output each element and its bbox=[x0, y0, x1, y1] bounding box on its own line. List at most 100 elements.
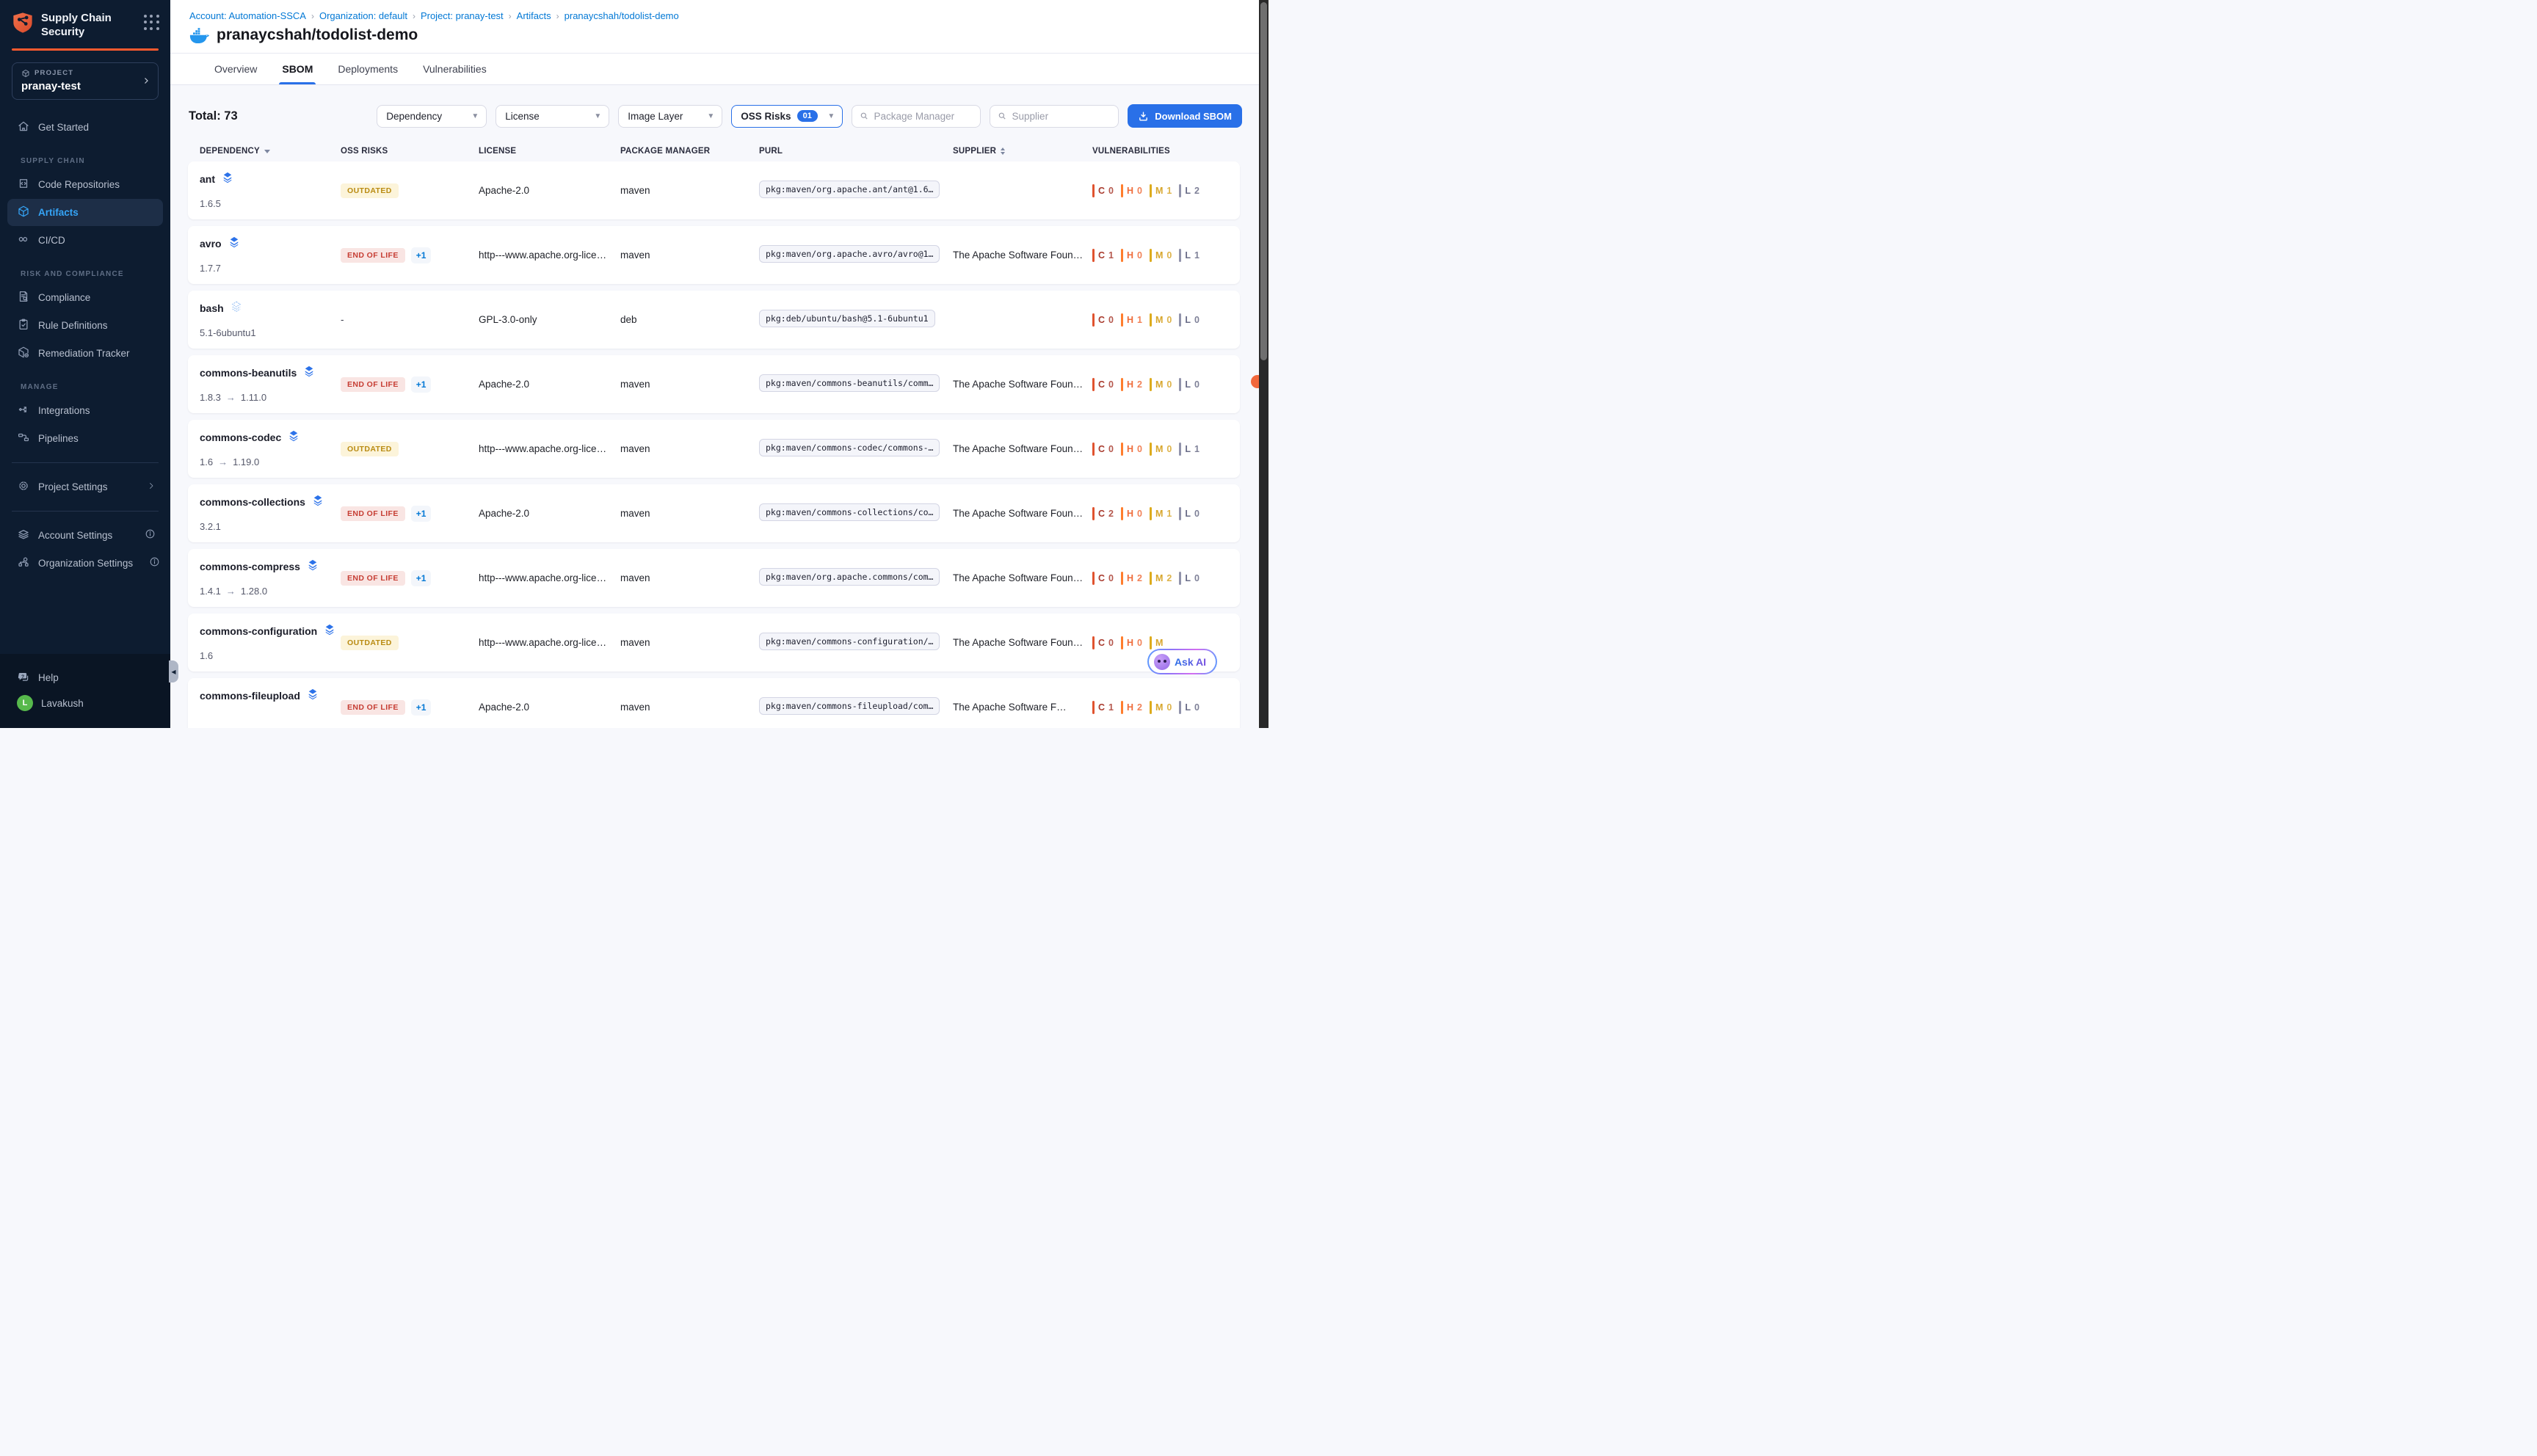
sidebar-item-integrations[interactable]: Integrations bbox=[7, 397, 163, 424]
image-layers-icon[interactable] bbox=[306, 558, 319, 574]
oss-risks-cell: OUTDATED bbox=[341, 636, 479, 650]
oss-risks-cell: OUTDATED bbox=[341, 442, 479, 456]
purl-value[interactable]: pkg:maven/org.apache.avro/avro@1… bbox=[759, 245, 940, 263]
oss-risks-cell: OUTDATED bbox=[341, 183, 479, 198]
sidebar-item-code-repositories[interactable]: Code Repositories bbox=[7, 171, 163, 198]
more-risks-chip[interactable]: +1 bbox=[411, 247, 432, 263]
column-header: DEPENDENCY bbox=[200, 147, 341, 156]
more-risks-chip[interactable]: +1 bbox=[411, 699, 432, 716]
table-row[interactable]: commons-compress 1.4.1 → 1.28.0 END OF L… bbox=[188, 549, 1240, 607]
sidebar-item-pipelines[interactable]: Pipelines bbox=[7, 425, 163, 452]
image-layer-filter-dropdown[interactable]: Image Layer▼ bbox=[618, 105, 722, 128]
table-row[interactable]: commons-configuration 1.6 OUTDATED http-… bbox=[188, 614, 1240, 671]
window-scrollbar[interactable] bbox=[1259, 0, 1268, 728]
image-layers-icon[interactable] bbox=[323, 623, 336, 638]
breadcrumb-link[interactable]: Project: pranay-test bbox=[421, 10, 504, 21]
image-layers-icon[interactable] bbox=[302, 365, 316, 380]
severity-bar bbox=[1092, 701, 1095, 714]
more-risks-chip[interactable]: +1 bbox=[411, 570, 432, 586]
breadcrumb-link[interactable]: Artifacts bbox=[517, 10, 551, 21]
severity-bar bbox=[1092, 636, 1095, 649]
sidebar-section-label: RISK AND COMPLIANCE bbox=[21, 270, 170, 278]
sort-toggle-icon[interactable] bbox=[1001, 148, 1005, 155]
supplier-cell: The Apache Software Foun… bbox=[953, 379, 1092, 390]
vuln-count-l: L2 bbox=[1179, 184, 1199, 197]
download-sbom-button[interactable]: Download SBOM bbox=[1128, 104, 1242, 128]
tab-overview[interactable]: Overview bbox=[214, 54, 257, 84]
breadcrumb-link[interactable]: Account: Automation-SSCA bbox=[189, 10, 306, 21]
license-filter-dropdown[interactable]: License▼ bbox=[496, 105, 609, 128]
vuln-count-c: C1 bbox=[1092, 249, 1114, 262]
table-body: ant 1.6.5 OUTDATED Apache-2.0 maven pkg:… bbox=[170, 161, 1268, 728]
package-manager-cell: maven bbox=[620, 250, 759, 261]
table-header-row: DEPENDENCYOSS RISKSLICENSEPACKAGE MANAGE… bbox=[188, 147, 1240, 156]
sidebar-item-account-settings[interactable]: Account Settings bbox=[7, 522, 163, 549]
image-layers-icon[interactable] bbox=[230, 300, 243, 316]
sidebar-item-user[interactable]: L Lavakush bbox=[7, 691, 163, 716]
tab-deployments[interactable]: Deployments bbox=[338, 54, 398, 84]
vulnerabilities-cell: C0H2M0L0 bbox=[1092, 378, 1228, 391]
sidebar-item-help[interactable]: ? Help bbox=[7, 665, 163, 690]
table-row[interactable]: commons-collections 3.2.1 END OF LIFE+1 … bbox=[188, 484, 1240, 542]
project-selector[interactable]: PROJECT pranay-test bbox=[12, 62, 159, 100]
scrollbar-thumb[interactable] bbox=[1260, 2, 1267, 360]
purl-value[interactable]: pkg:maven/commons-codec/commons-… bbox=[759, 439, 940, 456]
tab-vulnerabilities[interactable]: Vulnerabilities bbox=[423, 54, 487, 84]
tab-sbom[interactable]: SBOM bbox=[282, 54, 313, 84]
package-manager-search-input[interactable] bbox=[874, 111, 973, 122]
purl-value[interactable]: pkg:deb/ubuntu/bash@5.1-6ubuntu1 bbox=[759, 310, 935, 327]
vulnerabilities-cell: C0H2M2L0 bbox=[1092, 572, 1228, 585]
vuln-count-h: H0 bbox=[1121, 507, 1142, 520]
table-row[interactable]: commons-fileupload END OF LIFE+1 Apache-… bbox=[188, 678, 1240, 728]
app-switcher-icon[interactable] bbox=[144, 15, 160, 31]
sidebar-item-get-started[interactable]: Get Started bbox=[7, 114, 163, 141]
purl-cell: pkg:maven/org.apache.avro/avro@1… bbox=[759, 245, 953, 265]
license-cell: http---www.apache.org-lice… bbox=[479, 572, 620, 583]
table-row[interactable]: ant 1.6.5 OUTDATED Apache-2.0 maven pkg:… bbox=[188, 161, 1240, 219]
sidebar-item-organization-settings[interactable]: Organization Settings bbox=[7, 550, 163, 577]
vuln-count-m: M2 bbox=[1150, 572, 1172, 585]
dependency-name: avro bbox=[200, 238, 222, 250]
supplier-cell: The Apache Software Foun… bbox=[953, 508, 1092, 519]
image-layers-icon[interactable] bbox=[306, 688, 319, 703]
ask-ai-button[interactable]: Ask AI bbox=[1147, 649, 1217, 674]
table-row[interactable]: bash 5.1-6ubuntu1 - GPL-3.0-only deb pkg… bbox=[188, 291, 1240, 349]
severity-bar bbox=[1150, 184, 1152, 197]
breadcrumb-link[interactable]: Organization: default bbox=[319, 10, 407, 21]
sidebar-item-project-settings[interactable]: Project Settings bbox=[7, 473, 163, 500]
dependency-filter-dropdown[interactable]: Dependency▼ bbox=[377, 105, 487, 128]
dependency-name: commons-codec bbox=[200, 432, 281, 443]
severity-bar bbox=[1121, 701, 1123, 714]
sidebar-item-remediation-tracker[interactable]: Remediation Tracker bbox=[7, 340, 163, 367]
table-row[interactable]: commons-codec 1.6 → 1.19.0 OUTDATED http… bbox=[188, 420, 1240, 478]
sort-descending-icon[interactable] bbox=[264, 150, 270, 153]
dependency-version: 1.4.1 → 1.28.0 bbox=[200, 586, 341, 597]
supplier-search-input[interactable] bbox=[1012, 111, 1111, 122]
sidebar-item-rule-definitions[interactable]: Rule Definitions bbox=[7, 312, 163, 339]
table-row[interactable]: commons-beanutils 1.8.3 → 1.11.0 END OF … bbox=[188, 355, 1240, 413]
sidebar-item-compliance[interactable]: Compliance bbox=[7, 284, 163, 311]
purl-value[interactable]: pkg:maven/commons-beanutils/comm… bbox=[759, 374, 940, 392]
sidebar-item-artifacts[interactable]: Artifacts bbox=[7, 199, 163, 226]
purl-value[interactable]: pkg:maven/commons-collections/co… bbox=[759, 503, 940, 521]
image-layers-icon[interactable] bbox=[221, 171, 234, 186]
image-layers-icon[interactable] bbox=[228, 236, 241, 251]
purl-value[interactable]: pkg:maven/commons-fileupload/com… bbox=[759, 697, 940, 715]
toolbar: Total: 73 Dependency▼ License▼ Image Lay… bbox=[170, 85, 1268, 147]
purl-value[interactable]: pkg:maven/commons-configuration/… bbox=[759, 633, 940, 650]
user-avatar: L bbox=[17, 695, 33, 711]
purl-value[interactable]: pkg:maven/org.apache.commons/com… bbox=[759, 568, 940, 586]
image-layers-icon[interactable] bbox=[311, 494, 324, 509]
oss-risks-filter-dropdown[interactable]: OSS Risks 01 ▼ bbox=[731, 105, 843, 128]
sidebar-item-ci-cd[interactable]: CI/CD bbox=[7, 227, 163, 254]
vuln-count-c: C0 bbox=[1092, 184, 1114, 197]
breadcrumb-link[interactable]: pranaycshah/todolist-demo bbox=[565, 10, 679, 21]
table-row[interactable]: avro 1.7.7 END OF LIFE+1 http---www.apac… bbox=[188, 226, 1240, 284]
more-risks-chip[interactable]: +1 bbox=[411, 506, 432, 522]
image-layers-icon[interactable] bbox=[287, 429, 300, 445]
sidebar-collapse-handle[interactable]: ◀ bbox=[169, 660, 178, 682]
column-header: OSS RISKS bbox=[341, 147, 479, 156]
purl-value[interactable]: pkg:maven/org.apache.ant/ant@1.6… bbox=[759, 181, 940, 198]
vuln-count-c: C0 bbox=[1092, 636, 1114, 649]
more-risks-chip[interactable]: +1 bbox=[411, 376, 432, 393]
